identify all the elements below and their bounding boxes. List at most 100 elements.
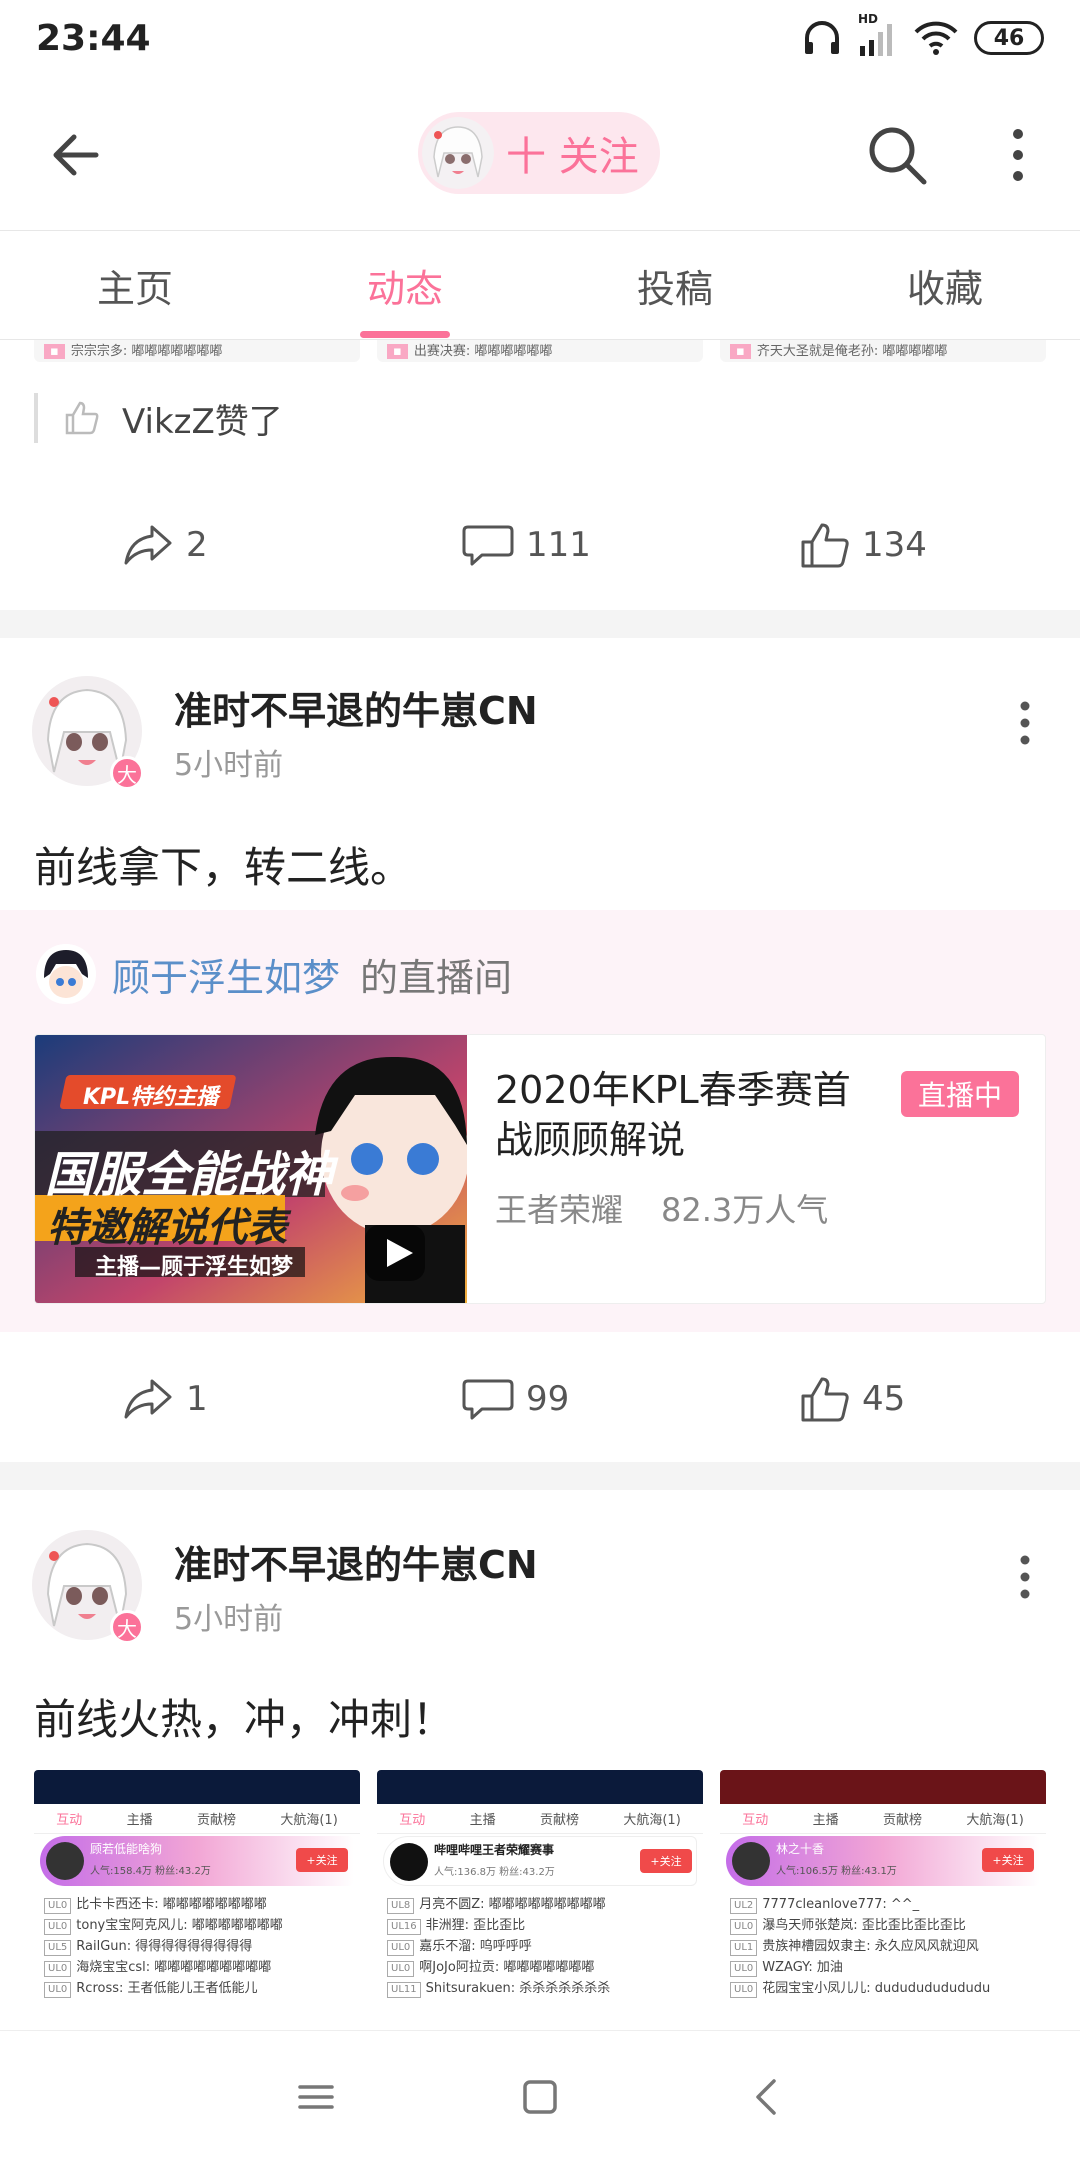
wifi-icon (914, 21, 958, 55)
shot-follow: +关注 (640, 1849, 692, 1873)
live-title[interactable]: 2020年KPL春季赛首战顾顾解说 (495, 1065, 865, 1165)
chat-line: 月亮不圆Z: 嘟嘟嘟嘟嘟嘟嘟嘟嘟 (419, 1897, 606, 1912)
status-icons: HD 46 (802, 12, 1044, 60)
author-name[interactable]: 准时不早退的牛崽CN (174, 680, 538, 735)
thumbs-up-icon (801, 523, 849, 568)
liked-by-row[interactable]: VikzZ赞了 (34, 388, 934, 448)
thumb-line2: 特邀解说代表 (47, 1205, 287, 1251)
comment-button[interactable]: 111 (462, 500, 591, 590)
strip-text: 齐天大圣就是俺老孙: 嘟嘟嘟嘟嘟 (756, 344, 948, 359)
shot-follow: +关注 (296, 1848, 348, 1872)
post-image[interactable]: 互动 主播 贡献榜 大航海(1) 林之十香 人气:106.5万 粉丝:43.1万 +关… (720, 1770, 1046, 2030)
post-image[interactable]: 互动 主播 贡献榜 大航海(1) 哔哩哔哩王者荣耀赛事 人气:136.8万 粉丝:43… (377, 1770, 703, 2030)
like-count: 134 (862, 525, 927, 565)
top-bar: 十 关注 (0, 80, 1080, 230)
post-actions: 1 99 45 (0, 1354, 1080, 1444)
comment-icon (462, 1379, 514, 1420)
streamer-name: 哔哩哔哩王者荣耀赛事 (434, 1843, 555, 1857)
back-arrow-icon[interactable] (48, 125, 108, 185)
streamer-banner: 顾若低能啥狗 人气:158.4万 粉丝:43.2万 +关注 (40, 1836, 354, 1886)
live-status-badge: 直播中 (901, 1071, 1019, 1117)
post-text: 前线拿下，转二线。 (34, 843, 413, 892)
shot-tab: 贡献榜 (539, 1813, 579, 1828)
thumbs-up-icon (801, 1377, 849, 1422)
share-count: 2 (186, 525, 208, 565)
search-icon[interactable] (866, 124, 928, 186)
streamer-name: 林之十香 (776, 1842, 825, 1856)
shot-tab: 互动 (399, 1813, 426, 1828)
clock: 23:44 (36, 18, 151, 59)
more-options-icon[interactable] (1000, 124, 1036, 186)
vip-badge: 大 (110, 756, 144, 790)
prev-screenshot-strip[interactable]: ▪ 出赛决赛: 嘟嘟嘟嘟嘟嘟 (377, 340, 703, 362)
streamer-stats: 人气:136.8万 粉丝:43.2万 (434, 1867, 555, 1878)
chat-line: 非洲狸: 歪比歪比 (425, 1918, 526, 1933)
chat-line: 比卡卡西还卡: 嘟嘟嘟嘟嘟嘟嘟嘟 (76, 1897, 267, 1912)
shot-tabs: 互动 主播 贡献榜 大航海(1) (720, 1804, 1046, 1834)
tab-submissions[interactable]: 投稿 (540, 231, 810, 339)
live-owner-name[interactable]: 顾于浮生如梦 (112, 947, 340, 1002)
like-count: 45 (862, 1379, 906, 1419)
video-strip (720, 1770, 1046, 1804)
tab-home[interactable]: 主页 (0, 231, 270, 339)
user-avatar (422, 117, 494, 189)
chat-line: 花园宝宝小凤儿儿: dududududududu (762, 1981, 991, 1996)
chat-line: 7777cleanlove777: ^^_ (762, 1897, 920, 1912)
profile-tabs: 主页 动态 投稿 收藏 (0, 230, 1080, 340)
author-name[interactable]: 准时不早退的牛崽CN (174, 1534, 538, 1589)
like-button[interactable]: 134 (800, 500, 927, 590)
chat-line: 嘉乐不溜: 呜呼呼呼 (419, 1939, 532, 1954)
shot-tab: 大航海(1) (966, 1813, 1024, 1828)
chat-line: 贵族神槽园奴隶主: 永久应风风就迎风 (762, 1939, 979, 1954)
shot-tab: 主播 (469, 1813, 496, 1828)
tab-dynamics[interactable]: 动态 (270, 231, 540, 339)
streamer-name: 顾若低能啥狗 (90, 1842, 163, 1856)
shot-follow: +关注 (982, 1848, 1034, 1872)
shot-tabs: 互动 主播 贡献榜 大航海(1) (377, 1804, 703, 1834)
chat-line: tony宝宝阿克风儿: 嘟嘟嘟嘟嘟嘟嘟 (76, 1918, 283, 1933)
share-icon (124, 525, 172, 565)
streamer-stats: 人气:106.5万 粉丝:43.1万 (776, 1866, 897, 1877)
tab-indicator (360, 331, 450, 338)
post-image[interactable]: 互动 主播 贡献榜 大航海(1) 顾若低能啥狗 人气:158.4万 粉丝:43.2万 … (34, 1770, 360, 2030)
status-bar: 23:44 HD 46 (0, 0, 1080, 80)
prev-screenshot-strip[interactable]: ▪ 宗宗宗多: 嘟嘟嘟嘟嘟嘟嘟 (34, 340, 360, 362)
chat-line: RailGun: 得得得得得得得得得 (76, 1939, 253, 1954)
back-icon[interactable] (738, 2067, 798, 2127)
owner-avatar (36, 944, 96, 1004)
post-image-grid: 互动 主播 贡献榜 大航海(1) 顾若低能啥狗 人气:158.4万 粉丝:43.2万 … (34, 1770, 1046, 2030)
comment-button[interactable]: 99 (462, 1354, 569, 1444)
system-nav-bar (0, 2030, 1080, 2160)
post-more-icon[interactable] (1012, 698, 1038, 748)
headphones-icon (805, 21, 839, 54)
share-count: 1 (186, 1379, 208, 1419)
like-button[interactable]: 45 (800, 1354, 905, 1444)
chat-line: Rcross: 王者低能儿王者低能儿 (76, 1981, 258, 1996)
live-owner-row[interactable]: 顾于浮生如梦 的直播间 (36, 942, 512, 1006)
shot-tab: 互动 (56, 1813, 83, 1828)
prev-screenshot-strip[interactable]: ▪ 齐天大圣就是俺老孙: 嘟嘟嘟嘟嘟 (720, 340, 1046, 362)
live-room-info[interactable]: KPL特约主播 国服全能战神 特邀解说代表 主播—顾于浮生如梦 2020年KPL… (34, 1034, 1046, 1304)
shot-tab: 互动 (742, 1813, 769, 1828)
live-thumbnail[interactable]: KPL特约主播 国服全能战神 特邀解说代表 主播—顾于浮生如梦 (35, 1035, 467, 1303)
live-meta: 王者荣耀 82.3万人气 (495, 1185, 828, 1231)
thumb-line3: 主播—顾于浮生如梦 (95, 1255, 294, 1280)
chat-line: 啊JoJo阿拉贡: 嘟嘟嘟嘟嘟嘟嘟 (419, 1960, 595, 1975)
live-room-card[interactable]: 顾于浮生如梦 的直播间 KPL特约主播 国服全能战神 特邀解说代表 主播—顾于浮… (0, 910, 1080, 1332)
quote-bar (34, 393, 38, 443)
video-strip (377, 1770, 703, 1804)
chat-line: WZAGY: 加油 (762, 1960, 843, 1975)
menu-icon[interactable] (286, 2067, 346, 2127)
share-button[interactable]: 2 (122, 500, 208, 590)
share-button[interactable]: 1 (122, 1354, 208, 1444)
tab-favorites[interactable]: 收藏 (810, 231, 1080, 339)
chat-lines: UL0 比卡卡西还卡: 嘟嘟嘟嘟嘟嘟嘟嘟 UL0 tony宝宝阿克风儿: 嘟嘟嘟嘟嘟… (44, 1894, 354, 1999)
shot-tab: 主播 (126, 1813, 153, 1828)
comment-count: 99 (526, 1379, 570, 1419)
post-text: 前线火热，冲，冲刺！ (34, 1695, 455, 1744)
home-icon[interactable] (510, 2067, 570, 2127)
chat-line: 海烧宝宝csl: 嘟嘟嘟嘟嘟嘟嘟嘟嘟 (76, 1960, 272, 1975)
chat-lines: UL8 月亮不圆Z: 嘟嘟嘟嘟嘟嘟嘟嘟嘟 UL16 非洲狸: 歪比歪比 UL0 嘉乐不… (387, 1894, 697, 1999)
follow-button[interactable]: 十 关注 (418, 112, 660, 194)
post-more-icon[interactable] (1012, 1552, 1038, 1602)
